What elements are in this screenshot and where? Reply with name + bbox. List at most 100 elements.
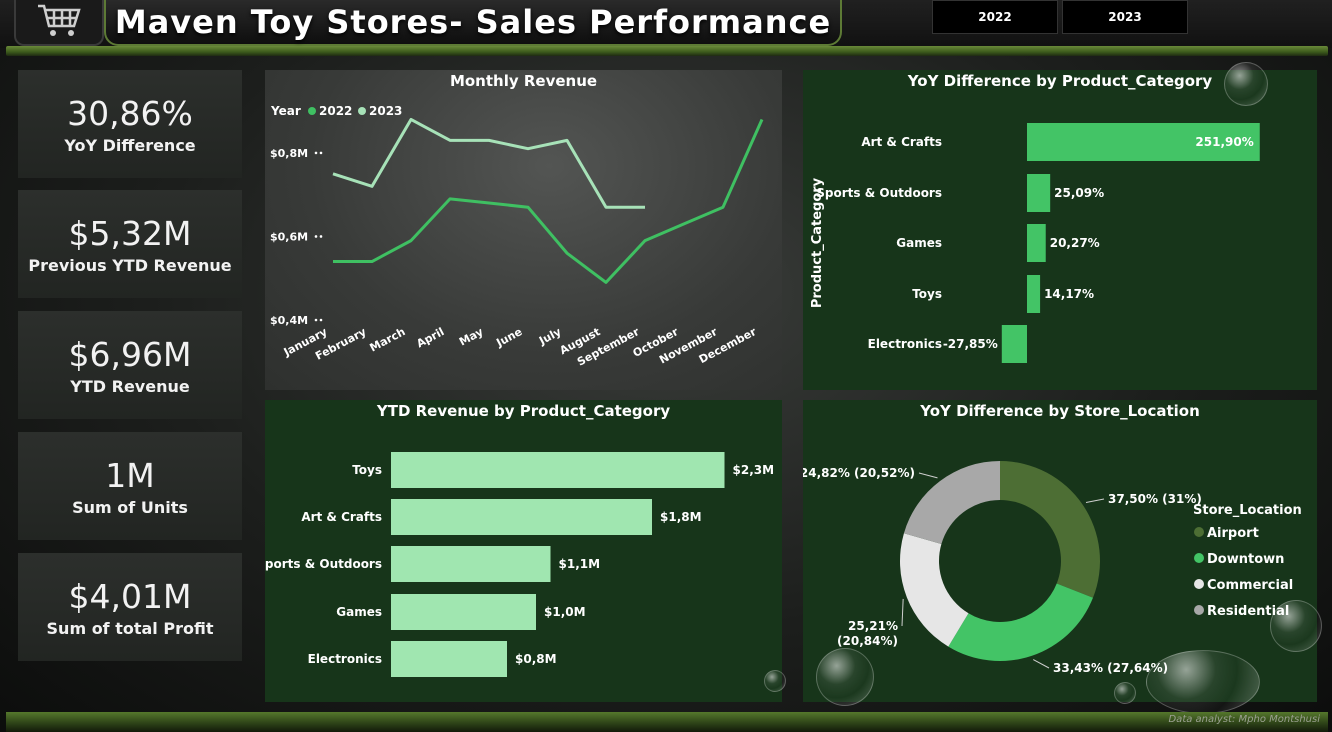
legend-title: Year [270,104,301,118]
kpi-card-sum-of-units: 1M Sum of Units [18,432,242,540]
x-tick-label: April [414,325,446,350]
y-tick-dot [314,235,318,238]
bar[interactable] [1027,174,1051,212]
kpi-card-sum-of-total-profit: $4,01M Sum of total Profit [18,553,242,661]
decorative-bubble [1146,650,1260,714]
y-tick-label: $0,4M [270,314,308,327]
bar[interactable] [1027,275,1041,313]
decorative-bubble [1114,682,1136,704]
decorative-bubble [764,670,786,692]
category-label: Electronics [308,652,382,666]
shopping-cart-icon [38,4,81,36]
data-label: (20,84%) [837,634,898,648]
monthly-revenue-chart: Year 2022 2023 $0,4M$0,6M$0,8M JanuaryFe… [270,104,764,369]
legend-label[interactable]: Commercial [1207,578,1293,593]
donut-slice-residential[interactable] [903,461,1000,545]
legend-label-2023[interactable]: 2023 [369,104,402,118]
bar[interactable] [391,641,507,677]
dashboard-title: Maven Toy Stores- Sales Performance [114,3,832,41]
data-label: $1,8M [660,510,702,524]
yoy-product-chart: Product_Category Art & Crafts 251,90%Spor… [810,123,1260,363]
data-label: 25,21% [848,619,898,633]
category-label: Sports & Outdoors [816,186,942,200]
series-line-2023 [332,117,645,209]
donut-slice-commercial[interactable] [900,533,969,647]
leader-line [1085,498,1105,504]
legend-label-2022[interactable]: 2022 [319,104,352,118]
data-label: 20,27% [1050,236,1100,250]
bar[interactable] [1027,224,1046,262]
kpi-value: 1M [105,455,155,495]
leader-line [918,472,938,479]
legend-marker [1194,579,1204,589]
category-label: Art & Crafts [861,135,942,149]
data-label: $2,3M [733,463,775,477]
decorative-bubble [816,648,874,706]
y-tick-label: $0,6M [270,230,308,243]
data-label: 25,09% [1054,186,1104,200]
y-tick-dot [314,318,318,322]
legend-marker-2022 [308,107,316,115]
legend-label[interactable]: Downtown [1207,552,1284,567]
data-label: 251,90% [1195,135,1253,149]
data-label: $1,1M [559,557,601,571]
data-label: -27,85% [943,337,998,351]
kpi-label: Sum of total Profit [46,618,214,638]
bar[interactable] [391,499,652,535]
data-label: $0,8M [515,652,557,666]
y-tick-dot [314,151,318,155]
y-tick-dot [319,318,323,322]
decorative-bubble [1270,600,1322,652]
kpi-label: Previous YTD Revenue [28,255,232,275]
data-label: $1,0M [544,605,586,619]
legend-marker [1194,527,1204,537]
yoy-product-panel: YoY Difference by Product_Category Produ… [803,70,1317,390]
ytd-product-chart: Toys $2,3M Art & Crafts $1,8M Sports & Outdo… [265,452,775,677]
ytd-product-panel: YTD Revenue by Product_Category Toys $2,3… [265,400,782,702]
y-tick-dot [319,151,323,155]
kpi-card-previous-ytd-revenue: $5,32M Previous YTD Revenue [18,190,242,298]
donut-slice-airport[interactable] [1000,461,1100,598]
kpi-value: 30,86% [67,93,193,133]
kpi-label: YTD Revenue [70,376,190,396]
bar[interactable] [391,452,725,488]
bar[interactable] [391,546,551,582]
dashboard-title-box: Maven Toy Stores- Sales Performance [104,0,842,46]
kpi-label: Sum of Units [72,497,188,517]
top-accent-line [6,46,1328,56]
category-label: Electronics [868,337,942,351]
x-tick-label: May [457,325,485,348]
y-tick-dot [319,235,323,238]
y-tick-label: $0,8M [270,147,308,160]
kpi-card-yoy-difference: 30,86% YoY Difference [18,70,242,178]
category-label: Art & Crafts [301,510,382,524]
donut-slice-downtown[interactable] [948,583,1093,661]
legend-marker [1194,553,1204,563]
kpi-value: $4,01M [68,576,192,616]
category-label: Games [896,236,942,250]
analyst-credit: Data analyst: Mpho Montshusi [1168,714,1320,725]
category-label: Toys [912,287,942,301]
year-filter-2023-button[interactable]: 2023 [1062,0,1188,34]
category-label: Toys [352,463,382,477]
bar[interactable] [391,594,536,630]
data-label: 14,17% [1044,287,1094,301]
kpi-label: YoY Difference [64,135,196,155]
legend-marker-2023 [358,107,366,115]
kpi-value: $6,96M [68,334,192,374]
legend-label[interactable]: Airport [1207,526,1259,541]
logo-box [14,0,104,46]
category-label: Games [336,605,382,619]
category-label: Sports & Outdoors [265,557,382,571]
legend-title: Store_Location [1193,503,1302,518]
kpi-card-ytd-revenue: $6,96M YTD Revenue [18,311,242,419]
leader-line [901,598,904,627]
x-tick-label: June [493,325,524,350]
data-label: 37,50% (31%) [1108,492,1202,506]
monthly-revenue-panel: Monthly Revenue Year 2022 2023 $0,4M $0,6… [265,70,782,390]
decorative-bubble [1224,62,1268,106]
bar[interactable] [1001,325,1027,363]
year-filter-2022-button[interactable]: 2022 [932,0,1058,34]
legend-marker [1194,605,1204,615]
bottom-bar [6,712,1328,732]
